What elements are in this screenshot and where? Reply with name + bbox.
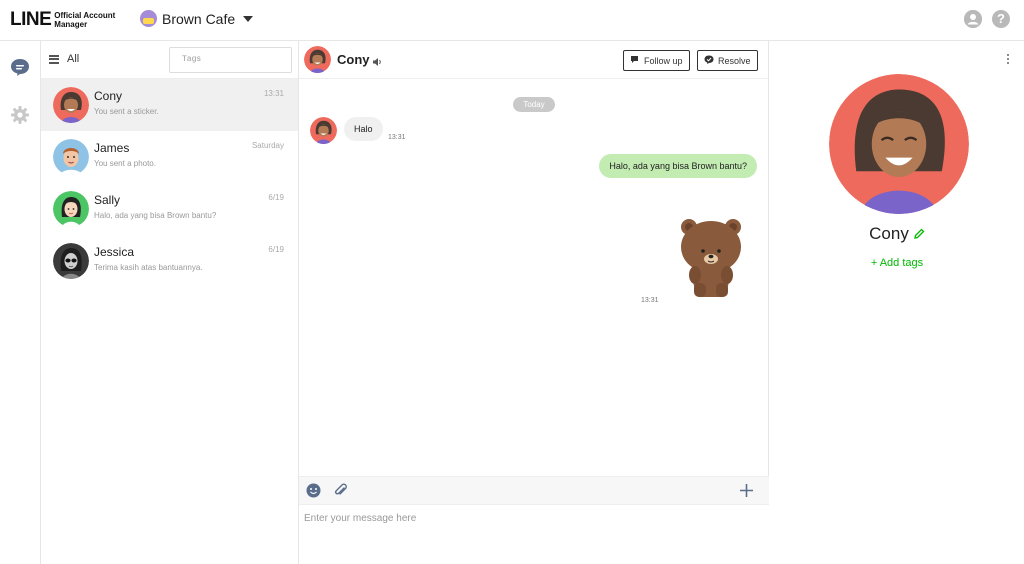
account-avatar xyxy=(140,10,157,27)
top-bar: LINE Official Account Manager Brown Cafe… xyxy=(0,0,1024,41)
chat-list-item-james[interactable]: James You sent a photo. Saturday xyxy=(41,131,298,183)
chat-preview: Halo, ada yang bisa Brown bantu? xyxy=(94,211,217,220)
chat-list-header: All Tags xyxy=(41,41,298,79)
account-name: Brown Cafe xyxy=(162,10,236,27)
profile-panel: Cony + Add tags xyxy=(770,41,1024,564)
menu-icon xyxy=(49,54,59,64)
logo-line-text: LINE xyxy=(10,9,52,30)
logo-subtitle: Official Account Manager xyxy=(54,11,115,29)
profile-avatar xyxy=(829,74,969,214)
chat-name: Sally xyxy=(94,193,121,207)
filter-label: All xyxy=(67,53,80,65)
logo-subtitle-line1: Official Account xyxy=(54,11,116,20)
avatar xyxy=(53,139,89,175)
resolve-icon xyxy=(704,55,714,66)
avatar[interactable] xyxy=(310,117,337,144)
app-root: LINE Official Account Manager Brown Cafe… xyxy=(0,0,1024,564)
resolve-button[interactable]: Resolve xyxy=(697,50,758,71)
logo-subtitle-line2: Manager xyxy=(54,20,88,29)
add-icon[interactable] xyxy=(739,483,754,503)
account-switcher[interactable]: Brown Cafe xyxy=(140,10,254,27)
message-timestamp: 13:31 xyxy=(641,297,659,304)
chat-time: Saturday xyxy=(251,141,284,150)
chat-preview: You sent a photo. xyxy=(94,159,156,168)
avatar[interactable] xyxy=(304,46,331,73)
profile-name: Cony xyxy=(770,224,1024,245)
profile-name-text: Cony xyxy=(869,224,909,243)
edit-pencil-icon[interactable] xyxy=(913,225,925,245)
tags-search-input[interactable]: Tags xyxy=(169,47,292,73)
avatar xyxy=(53,191,89,227)
chat-time: 6/19 xyxy=(268,245,284,254)
chat-list-panel: All Tags Cony You sent a sticker. 13:31 … xyxy=(41,41,299,564)
chat-name: James xyxy=(94,141,130,155)
more-options-icon[interactable] xyxy=(1007,54,1010,66)
chat-preview: You sent a sticker. xyxy=(94,107,159,116)
follow-up-icon xyxy=(630,55,640,66)
conversation-title: Cony xyxy=(337,52,370,67)
chat-icon[interactable] xyxy=(10,57,30,82)
line-oa-logo[interactable]: LINE Official Account Manager xyxy=(10,9,115,31)
follow-up-button[interactable]: Follow up xyxy=(623,50,690,71)
attachment-icon[interactable] xyxy=(333,483,348,503)
resolve-label: Resolve xyxy=(718,55,751,66)
chat-preview: Terima kasih atas bantuannya. xyxy=(94,263,203,272)
settings-icon[interactable] xyxy=(10,105,30,130)
help-icon[interactable]: ? xyxy=(992,10,1010,28)
message-composer xyxy=(299,505,769,564)
message-timestamp: 13:31 xyxy=(388,134,406,141)
chat-name: Cony xyxy=(94,89,123,103)
outgoing-message: Halo, ada yang bisa Brown bantu? xyxy=(599,154,757,178)
avatar xyxy=(53,243,89,279)
chat-time: 6/19 xyxy=(268,193,284,202)
add-tags-button[interactable]: + Add tags xyxy=(770,257,1024,269)
conversation-panel: Cony Follow up Resolve Today Halo 13:31 … xyxy=(299,41,769,564)
chat-list-item-sally[interactable]: Sally Halo, ada yang bisa Brown bantu? 6… xyxy=(41,183,298,235)
chat-name: Jessica xyxy=(94,245,135,259)
message-area: Today Halo 13:31 Halo, ada yang bisa Bro… xyxy=(299,79,768,476)
emoji-icon[interactable] xyxy=(306,483,321,503)
profile-icon[interactable] xyxy=(964,10,982,28)
follow-up-label: Follow up xyxy=(644,55,683,66)
conversation-header: Cony Follow up Resolve xyxy=(299,41,768,79)
avatar xyxy=(53,87,89,123)
composer-toolbar xyxy=(299,476,769,505)
date-divider: Today xyxy=(513,97,555,112)
brown-bear-sticker xyxy=(678,217,744,306)
speaker-icon[interactable] xyxy=(372,54,383,72)
chat-time: 13:31 xyxy=(263,89,284,98)
message-input[interactable] xyxy=(299,505,769,564)
chat-list-item-cony[interactable]: Cony You sent a sticker. 13:31 xyxy=(41,79,298,131)
incoming-message: Halo xyxy=(344,117,383,141)
left-nav xyxy=(0,41,41,564)
caret-down-icon xyxy=(243,15,254,22)
chat-filter[interactable]: All xyxy=(49,53,79,65)
chat-list-item-jessica[interactable]: Jessica Terima kasih atas bantuannya. 6/… xyxy=(41,235,298,287)
